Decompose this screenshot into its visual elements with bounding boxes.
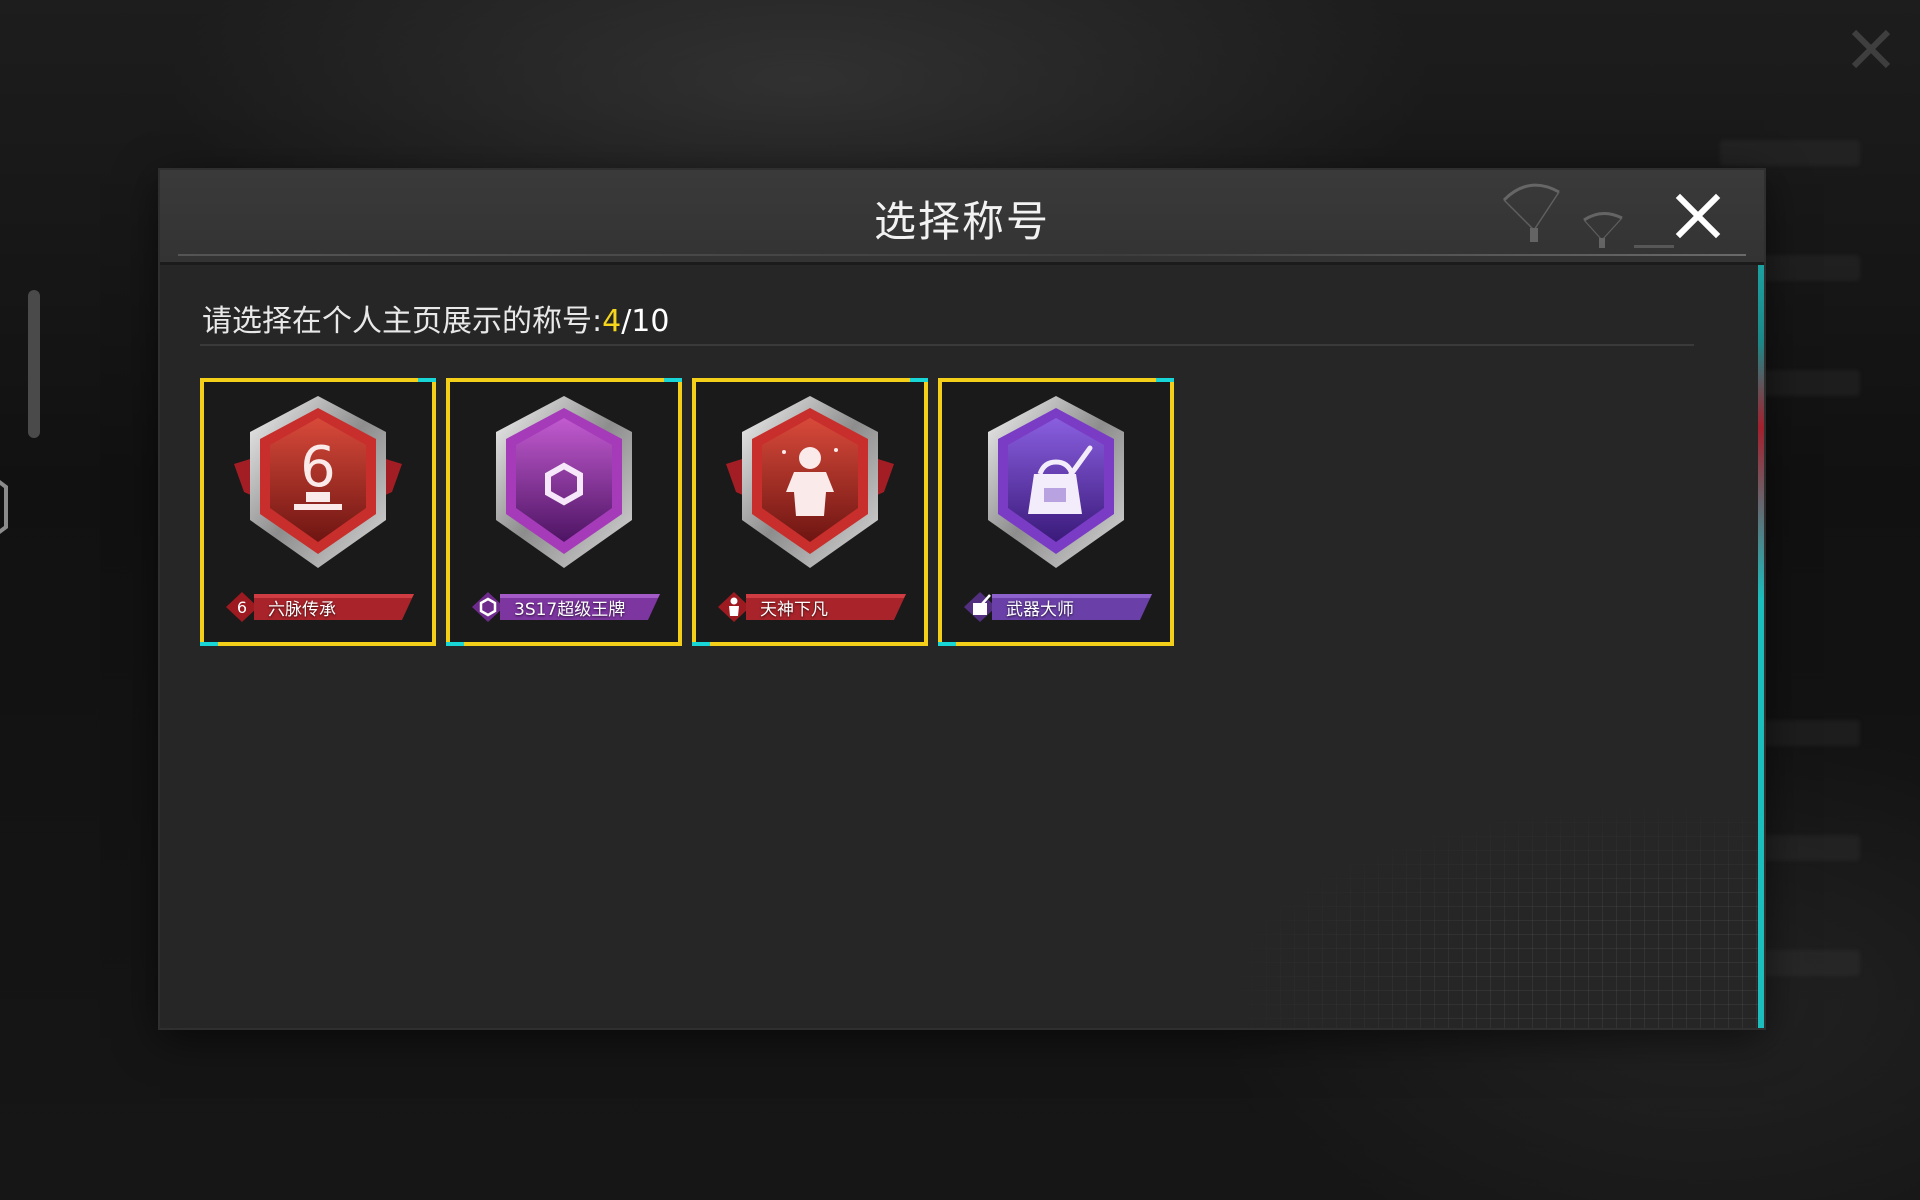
title-card[interactable]: 天神下凡 [692, 378, 928, 646]
svg-text:6: 6 [237, 598, 247, 617]
title-name: 天神下凡 [760, 600, 828, 620]
selection-prompt: 请选择在个人主页展示的称号:4/10 [202, 296, 669, 340]
title-card-list: 6 6 六脉传承 3S17超级王牌 天神下凡 武器大师 [200, 378, 1174, 646]
select-title-dialog: 选择称号 请选择在个人主页展示的称号:4/10 6 6 六脉传承 3S17超级王… [160, 170, 1764, 1028]
background-scrollbar [28, 290, 40, 438]
title-name: 武器大师 [1006, 600, 1074, 620]
prompt-divider [200, 344, 1694, 346]
title-card[interactable]: 武器大师 [938, 378, 1174, 646]
background-menu-item [1720, 140, 1860, 166]
game-screen: 选择称号 请选择在个人主页展示的称号:4/10 6 6 六脉传承 3S17超级王… [0, 0, 1920, 1200]
background-close-icon [1851, 29, 1891, 69]
weapon-backpack-icon [988, 396, 1124, 568]
soldier-silhouette-icon [726, 396, 894, 568]
dialog-header: 选择称号 [160, 170, 1764, 265]
close-button[interactable] [1670, 188, 1726, 244]
title-card[interactable]: 3S17超级王牌 [446, 378, 682, 646]
title-name: 六脉传承 [268, 600, 336, 620]
title-name: 3S17超级王牌 [514, 600, 626, 620]
parachute-decoration-icon [1502, 183, 1674, 248]
six-trophy-icon: 6 [234, 396, 402, 568]
header-divider [178, 254, 1746, 256]
background-hexagon-icon [0, 480, 8, 534]
prompt-label: 请选择在个人主页展示的称号: [202, 304, 603, 339]
selected-count: 4 [602, 304, 622, 339]
svg-text:6: 6 [300, 435, 336, 500]
dialog-edge-accent [1758, 170, 1764, 1028]
total-count: /10 [621, 304, 670, 339]
title-card[interactable]: 6 6 六脉传承 [200, 378, 436, 646]
grid-decoration [1238, 808, 1758, 1028]
hexagon-emblem-icon [496, 396, 632, 568]
